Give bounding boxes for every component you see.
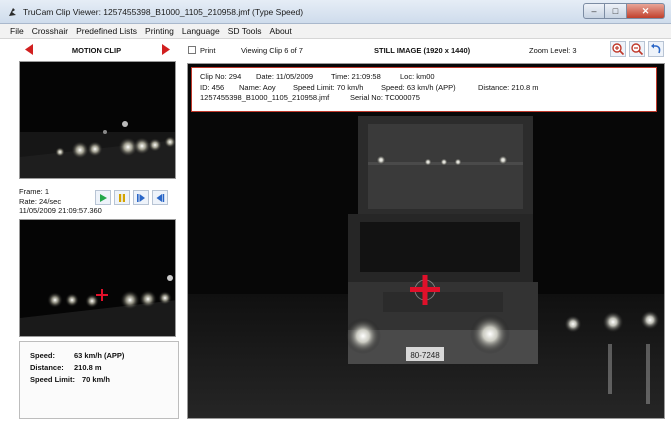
clip-info-box: Clip No: 294 Date: 11/05/2009 Time: 21:0…: [191, 67, 657, 112]
window-controls: – □ ✕: [583, 3, 665, 19]
frame-timestamp: 11/05/2009 21:09:57.360: [19, 206, 102, 215]
clip-filename: 1257455398_B1000_1105_210958.jmf: [200, 93, 330, 102]
minimize-icon[interactable]: –: [583, 3, 605, 19]
distance-value: 210.8 m: [74, 363, 102, 372]
maximize-icon[interactable]: □: [605, 3, 627, 19]
clip-number: Clip No: 294: [200, 72, 242, 81]
night-road-zoom-image: [20, 220, 175, 336]
motion-video-top[interactable]: [19, 61, 176, 179]
clip-info-row-3: 1257455398_B1000_1105_210958.jmf Serial …: [200, 93, 656, 104]
image-toolbar: Print Viewing Clip 6 of 7 STILL IMAGE (1…: [185, 41, 667, 59]
zoom-level-text: Zoom Level: 3: [529, 46, 577, 55]
menu-bar: File Crosshair Predefined Lists Printing…: [0, 24, 671, 39]
distance-label: Distance:: [30, 363, 64, 372]
menu-file[interactable]: File: [6, 24, 28, 38]
play-icon[interactable]: [95, 190, 111, 205]
clip-time: Time: 21:09:58: [331, 72, 381, 81]
undo-icon[interactable]: [648, 41, 664, 57]
speed-label: Speed:: [30, 351, 56, 360]
motion-clip-header: MOTION CLIP: [14, 41, 179, 59]
title-bar: TruCam Clip Viewer: 1257455398_B1000_110…: [0, 0, 671, 24]
menu-printing[interactable]: Printing: [141, 24, 178, 38]
menu-sd-tools[interactable]: SD Tools: [224, 24, 266, 38]
officer-name: Name: Aoy: [239, 82, 276, 92]
menu-language[interactable]: Language: [178, 24, 224, 38]
clip-date: Date: 11/05/2009: [256, 72, 313, 81]
license-plate: 80-7248: [410, 351, 440, 360]
playback-controls: [95, 190, 168, 205]
menu-about[interactable]: About: [266, 24, 296, 38]
motion-video-bottom[interactable]: [19, 219, 176, 337]
distance-stat: Distance: 210.8 m: [30, 363, 178, 375]
pause-icon[interactable]: [114, 190, 130, 205]
frame-number: Frame: 1: [19, 187, 50, 196]
clip-speed: Speed: 63 km/h (APP): [381, 82, 456, 92]
rewind-icon[interactable]: [152, 190, 168, 205]
still-image-panel: Print Viewing Clip 6 of 7 STILL IMAGE (1…: [185, 41, 667, 421]
speed-limit-stat: Speed Limit: 70 km/h: [30, 375, 178, 387]
step-forward-icon[interactable]: [133, 190, 149, 205]
next-arrow-icon[interactable]: [161, 44, 171, 55]
menu-crosshair[interactable]: Crosshair: [28, 24, 72, 38]
print-checkbox[interactable]: [188, 46, 196, 54]
app-icon: [9, 8, 16, 16]
speed-value: 63 km/h (APP): [74, 351, 125, 360]
previous-arrow-icon[interactable]: [24, 44, 34, 55]
frame-rate: Rate: 24/sec: [19, 196, 62, 206]
officer-id: ID: 456: [200, 82, 225, 92]
viewing-clip-text: Viewing Clip 6 of 7: [241, 46, 303, 55]
motion-clip-title: MOTION CLIP: [71, 46, 122, 55]
speed-limit-label: Speed Limit:: [30, 375, 76, 384]
clip-info-row-2: ID: 456 Name: Aoy Speed Limit: 70 km/h S…: [200, 83, 656, 94]
zoom-out-icon[interactable]: [629, 41, 645, 57]
clip-speed-limit: Speed Limit: 70 km/h: [293, 82, 364, 92]
truck-still-image: 80-7248: [188, 64, 664, 418]
frame-info: Frame: 1 Rate: 24/sec 11/05/2009 21:09:5…: [19, 187, 102, 216]
night-road-image: [20, 62, 175, 178]
window-title: TruCam Clip Viewer: 1257455398_B1000_110…: [23, 7, 304, 17]
menu-predefined-lists[interactable]: Predefined Lists: [72, 24, 141, 38]
motion-clip-panel: MOTION CLIP Frame: 1 Rate: 24/sec 11/05/…: [14, 41, 179, 419]
print-label: Print: [200, 46, 216, 55]
clip-info-row-1: Clip No: 294 Date: 11/05/2009 Time: 21:0…: [200, 72, 656, 83]
clip-location: Loc: km00: [400, 72, 435, 81]
zoom-in-icon[interactable]: [610, 41, 626, 57]
speed-limit-value: 70 km/h: [82, 375, 110, 384]
still-image-title: STILL IMAGE (1920 x 1440): [374, 46, 471, 55]
speed-stats-box: Speed: 63 km/h (APP) Distance: 210.8 m S…: [19, 341, 179, 419]
speed-stat: Speed: 63 km/h (APP): [30, 351, 178, 363]
serial-number: Serial No: TC000075: [350, 93, 420, 102]
close-icon[interactable]: ✕: [627, 3, 665, 19]
still-image-viewport[interactable]: 80-7248 Clip No: 294 Date: 11/05/2009 Ti…: [187, 63, 665, 419]
clip-distance: Distance: 210.8 m: [478, 82, 539, 92]
